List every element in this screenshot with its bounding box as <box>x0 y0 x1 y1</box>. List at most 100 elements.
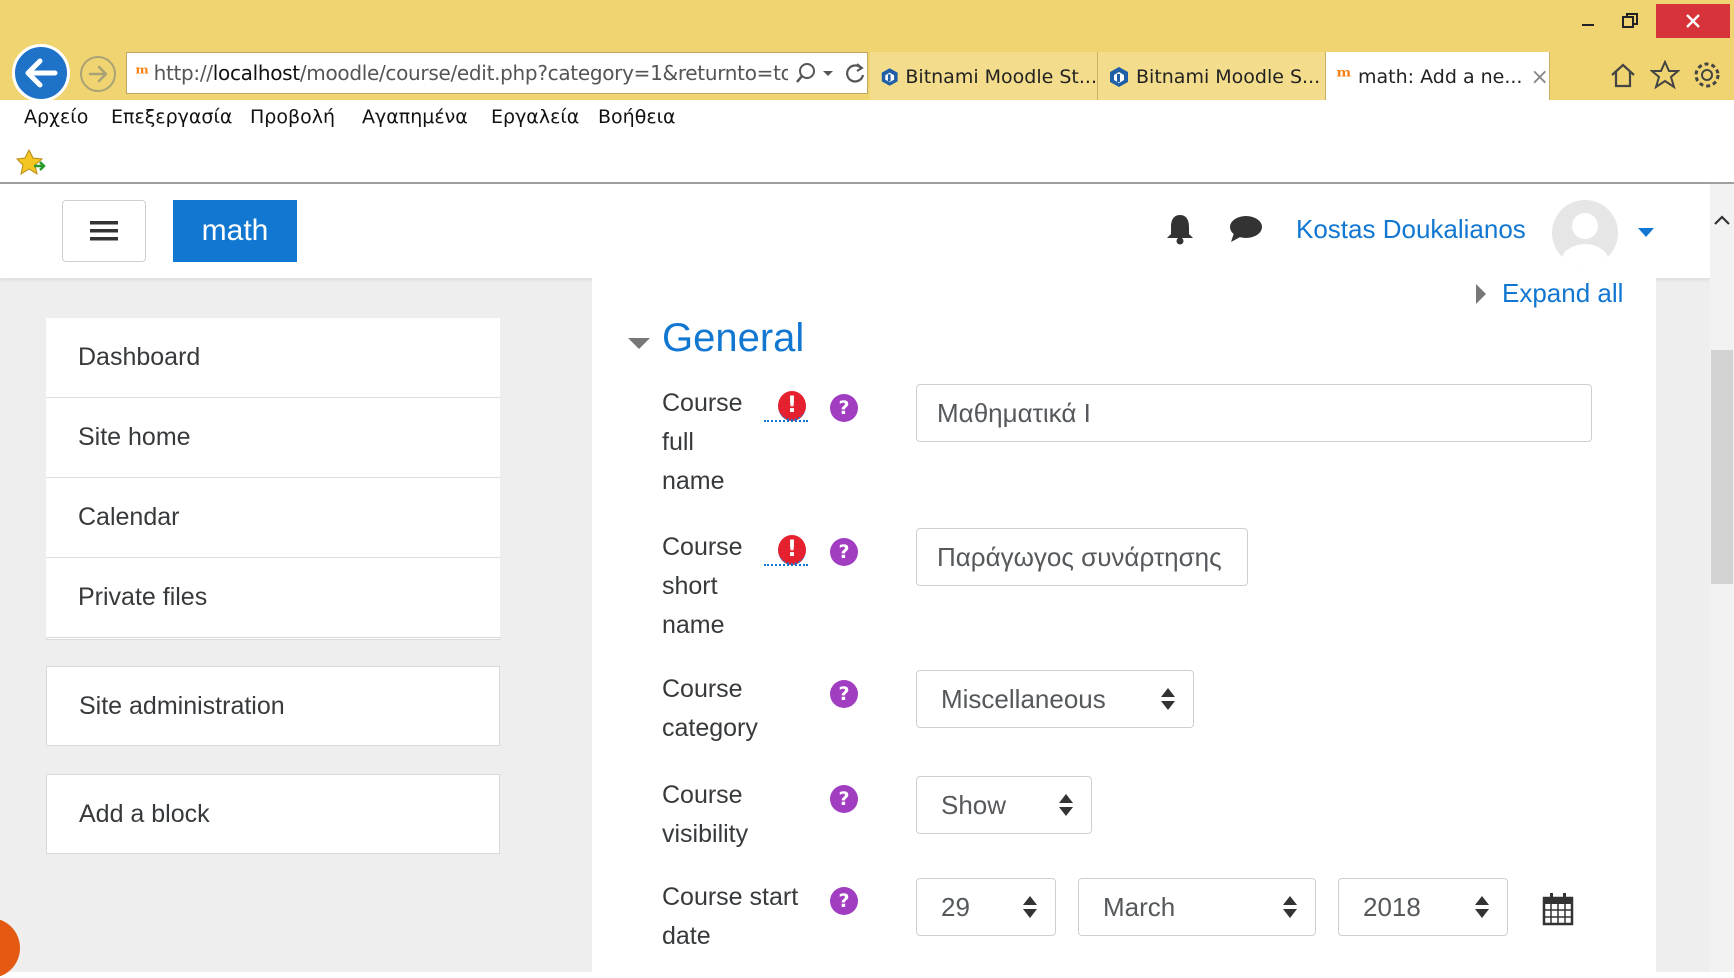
required-underline <box>764 564 808 566</box>
year-select-value: 2018 <box>1363 891 1421 922</box>
expand-all-label: Expand all <box>1502 278 1624 308</box>
sort-arrows-icon <box>1283 896 1297 920</box>
label-line: full <box>662 428 694 456</box>
required-underline <box>764 420 808 422</box>
menu-favorites[interactable]: Αγαπημένα <box>362 106 468 128</box>
minimize-icon <box>1582 24 1594 26</box>
sort-arrows-icon <box>1023 896 1037 920</box>
url-input[interactable]: http://localhost/moodle/course/edit.php?… <box>154 61 788 85</box>
startdate-year-select[interactable]: 2018 <box>1338 878 1508 936</box>
home-icon <box>1611 63 1635 88</box>
label-line: date <box>662 922 711 950</box>
gear-icon <box>1694 62 1720 88</box>
hamburger-icon <box>90 221 118 241</box>
tab-label: Bitnami Moodle St... <box>905 66 1097 88</box>
category-label: Course category <box>662 670 772 748</box>
shortname-input[interactable]: Παράγωγος συνάρτησης <box>916 528 1248 586</box>
expand-all-link[interactable]: Expand all <box>1476 278 1623 309</box>
home-button[interactable] <box>1606 58 1640 92</box>
label-line: Course start <box>662 883 799 911</box>
scrollbar-thumb[interactable] <box>1711 350 1733 584</box>
add-favorite-button[interactable] <box>15 148 46 183</box>
notifications-button[interactable] <box>1164 212 1196 251</box>
arrow-left-icon <box>25 58 58 88</box>
browser-tab-2[interactable]: Bitnami Moodle S... <box>1098 52 1326 102</box>
visibility-select-value: Show <box>941 789 1007 820</box>
shortname-label: Course short name <box>662 528 772 645</box>
star-icon <box>1650 60 1680 90</box>
moodle-icon: ᵐ <box>135 61 150 85</box>
label-line: Course <box>662 533 743 561</box>
url-path: /moodle/course/edit.php?category=1&retur… <box>299 61 788 85</box>
sort-arrows-icon <box>1475 896 1489 920</box>
day-select-value: 29 <box>941 891 970 922</box>
label-line: name <box>662 611 725 639</box>
favorites-button[interactable] <box>1648 58 1682 92</box>
site-brand[interactable]: math <box>173 200 297 262</box>
help-icon[interactable]: ? <box>830 887 858 915</box>
browser-tab-1[interactable]: Bitnami Moodle St... <box>870 52 1098 102</box>
sidebar-item-site-home[interactable]: Site home <box>46 398 500 478</box>
sort-arrows-icon <box>1161 688 1175 712</box>
restore-button[interactable] <box>1608 4 1652 38</box>
sort-arrows-icon <box>1059 794 1073 818</box>
search-icon[interactable] <box>794 61 818 85</box>
arrow-right-icon <box>88 65 108 83</box>
label-line: Course <box>662 675 743 703</box>
close-icon <box>1686 14 1700 28</box>
category-select[interactable]: Miscellaneous <box>916 670 1194 728</box>
favorites-bar-star-icon <box>15 148 46 176</box>
user-name[interactable]: Kostas Doukalianos <box>1296 214 1526 245</box>
minimize-button[interactable] <box>1566 4 1610 38</box>
menu-help[interactable]: Βοήθεια <box>598 106 676 128</box>
sidebar-item-calendar[interactable]: Calendar <box>46 478 500 558</box>
help-icon[interactable]: ? <box>830 538 858 566</box>
address-bar[interactable]: ᵐ http://localhost/moodle/course/edit.ph… <box>126 52 868 94</box>
menu-view[interactable]: Προβολή <box>250 106 335 128</box>
fullname-label: Course full name <box>662 384 772 501</box>
refresh-icon[interactable] <box>843 61 867 85</box>
help-icon[interactable]: ? <box>830 394 858 422</box>
restore-icon <box>1622 13 1638 28</box>
required-icon: ! <box>778 391 806 421</box>
section-title[interactable]: General <box>662 316 804 361</box>
calendar-icon <box>1542 893 1574 926</box>
close-window-button[interactable] <box>1656 4 1730 38</box>
messages-button[interactable] <box>1228 214 1264 249</box>
sidebar-item-site-administration[interactable]: Site administration <box>46 666 500 746</box>
user-menu-caret-icon[interactable] <box>1638 228 1654 237</box>
settings-button[interactable] <box>1690 58 1724 92</box>
chevron-down-icon[interactable] <box>821 66 835 80</box>
add-a-block-link[interactable]: Add a block <box>46 774 500 854</box>
help-icon[interactable]: ? <box>830 680 858 708</box>
startdate-month-select[interactable]: March <box>1078 878 1316 936</box>
fullname-input[interactable]: Μαθηματικά Ι <box>916 384 1592 442</box>
sidebar-item-dashboard[interactable]: Dashboard <box>46 318 500 398</box>
user-avatar-icon <box>1561 213 1609 266</box>
url-prefix: http:// <box>153 61 213 85</box>
tab-label: math: Add a ne... <box>1358 66 1523 88</box>
browser-tab-active[interactable]: ᵐ math: Add a ne... × <box>1326 52 1550 102</box>
menu-edit[interactable]: Επεξεργασία <box>111 106 232 128</box>
forward-button[interactable] <box>80 56 116 92</box>
startdate-day-select[interactable]: 29 <box>916 878 1056 936</box>
label-line: name <box>662 467 725 495</box>
calendar-button[interactable] <box>1542 892 1574 931</box>
bitnami-icon <box>881 68 898 86</box>
scroll-up-button[interactable] <box>1710 208 1734 232</box>
chevron-up-icon <box>1714 215 1730 225</box>
close-tab-icon[interactable]: × <box>1530 65 1548 90</box>
menu-file[interactable]: Αρχείο <box>24 106 88 128</box>
help-icon[interactable]: ? <box>830 785 858 813</box>
drawer-toggle-button[interactable] <box>62 200 146 262</box>
sidebar-item-private-files[interactable]: Private files <box>46 558 500 638</box>
avatar[interactable] <box>1552 200 1618 266</box>
menu-tools[interactable]: Εργαλεία <box>491 106 579 128</box>
required-icon: ! <box>778 535 806 565</box>
caret-right-icon <box>1476 283 1486 304</box>
back-button[interactable] <box>12 44 70 102</box>
label-line: Course <box>662 781 743 809</box>
chat-icon <box>1230 216 1262 242</box>
caret-down-icon[interactable] <box>628 338 650 349</box>
visibility-select[interactable]: Show <box>916 776 1092 834</box>
